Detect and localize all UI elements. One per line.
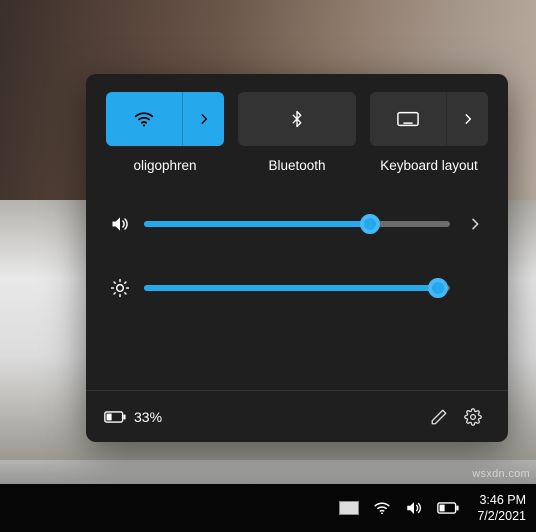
battery-status[interactable]: 33% [104, 409, 162, 425]
volume-icon [106, 214, 134, 234]
wifi-toggle[interactable] [106, 92, 224, 146]
bluetooth-icon [288, 110, 306, 128]
sliders-section [106, 209, 488, 303]
bluetooth-toggle[interactable] [238, 92, 356, 146]
keyboard-layout-label: Keyboard layout [380, 158, 478, 173]
clock-time: 3:46 PM [477, 492, 526, 508]
keyboard-layout-main[interactable] [370, 92, 446, 146]
system-tray [339, 499, 459, 517]
volume-slider[interactable] [144, 221, 450, 227]
tray-volume[interactable] [405, 499, 423, 517]
clock-date: 7/2/2021 [477, 508, 526, 524]
taskbar-clock[interactable]: 3:46 PM 7/2/2021 [477, 492, 526, 525]
panel-footer: 33% [86, 390, 508, 442]
tray-battery[interactable] [437, 501, 459, 515]
edit-button[interactable] [422, 400, 456, 434]
keyboard-layout-tile: Keyboard layout [370, 92, 488, 173]
brightness-fill [144, 285, 438, 291]
brightness-thumb[interactable] [428, 278, 448, 298]
quick-tiles-row: oligophren Bluetooth Keyboard layout [106, 92, 488, 173]
brightness-row [106, 273, 488, 303]
battery-icon [104, 410, 126, 424]
chevron-right-icon [461, 112, 475, 126]
quick-settings-panel: oligophren Bluetooth Keyboard layout [86, 74, 508, 442]
keyboard-layout-expand[interactable] [446, 92, 488, 146]
battery-icon [437, 501, 459, 515]
wifi-toggle-main[interactable] [106, 92, 182, 146]
wifi-icon [133, 108, 155, 130]
battery-percent: 33% [134, 409, 162, 425]
volume-icon [405, 499, 423, 517]
gear-icon [464, 408, 482, 426]
task-view-icon[interactable] [339, 501, 359, 515]
wifi-expand[interactable] [182, 92, 224, 146]
pencil-icon [430, 408, 448, 426]
keyboard-layout-toggle[interactable] [370, 92, 488, 146]
volume-fill [144, 221, 370, 227]
brightness-slider[interactable] [144, 285, 450, 291]
volume-flyout[interactable] [462, 216, 488, 232]
tray-wifi[interactable] [373, 499, 391, 517]
brightness-icon [106, 278, 134, 298]
wifi-tile: oligophren [106, 92, 224, 173]
bluetooth-label: Bluetooth [268, 158, 325, 173]
volume-thumb[interactable] [360, 214, 380, 234]
settings-button[interactable] [456, 400, 490, 434]
keyboard-icon [397, 111, 419, 127]
bluetooth-tile: Bluetooth [238, 92, 356, 173]
wifi-icon [373, 499, 391, 517]
volume-row [106, 209, 488, 239]
taskbar: 3:46 PM 7/2/2021 [0, 484, 536, 532]
wifi-label: oligophren [133, 158, 196, 173]
chevron-right-icon [197, 112, 211, 126]
watermark: wsxdn.com [472, 468, 530, 480]
chevron-right-icon [467, 216, 483, 232]
